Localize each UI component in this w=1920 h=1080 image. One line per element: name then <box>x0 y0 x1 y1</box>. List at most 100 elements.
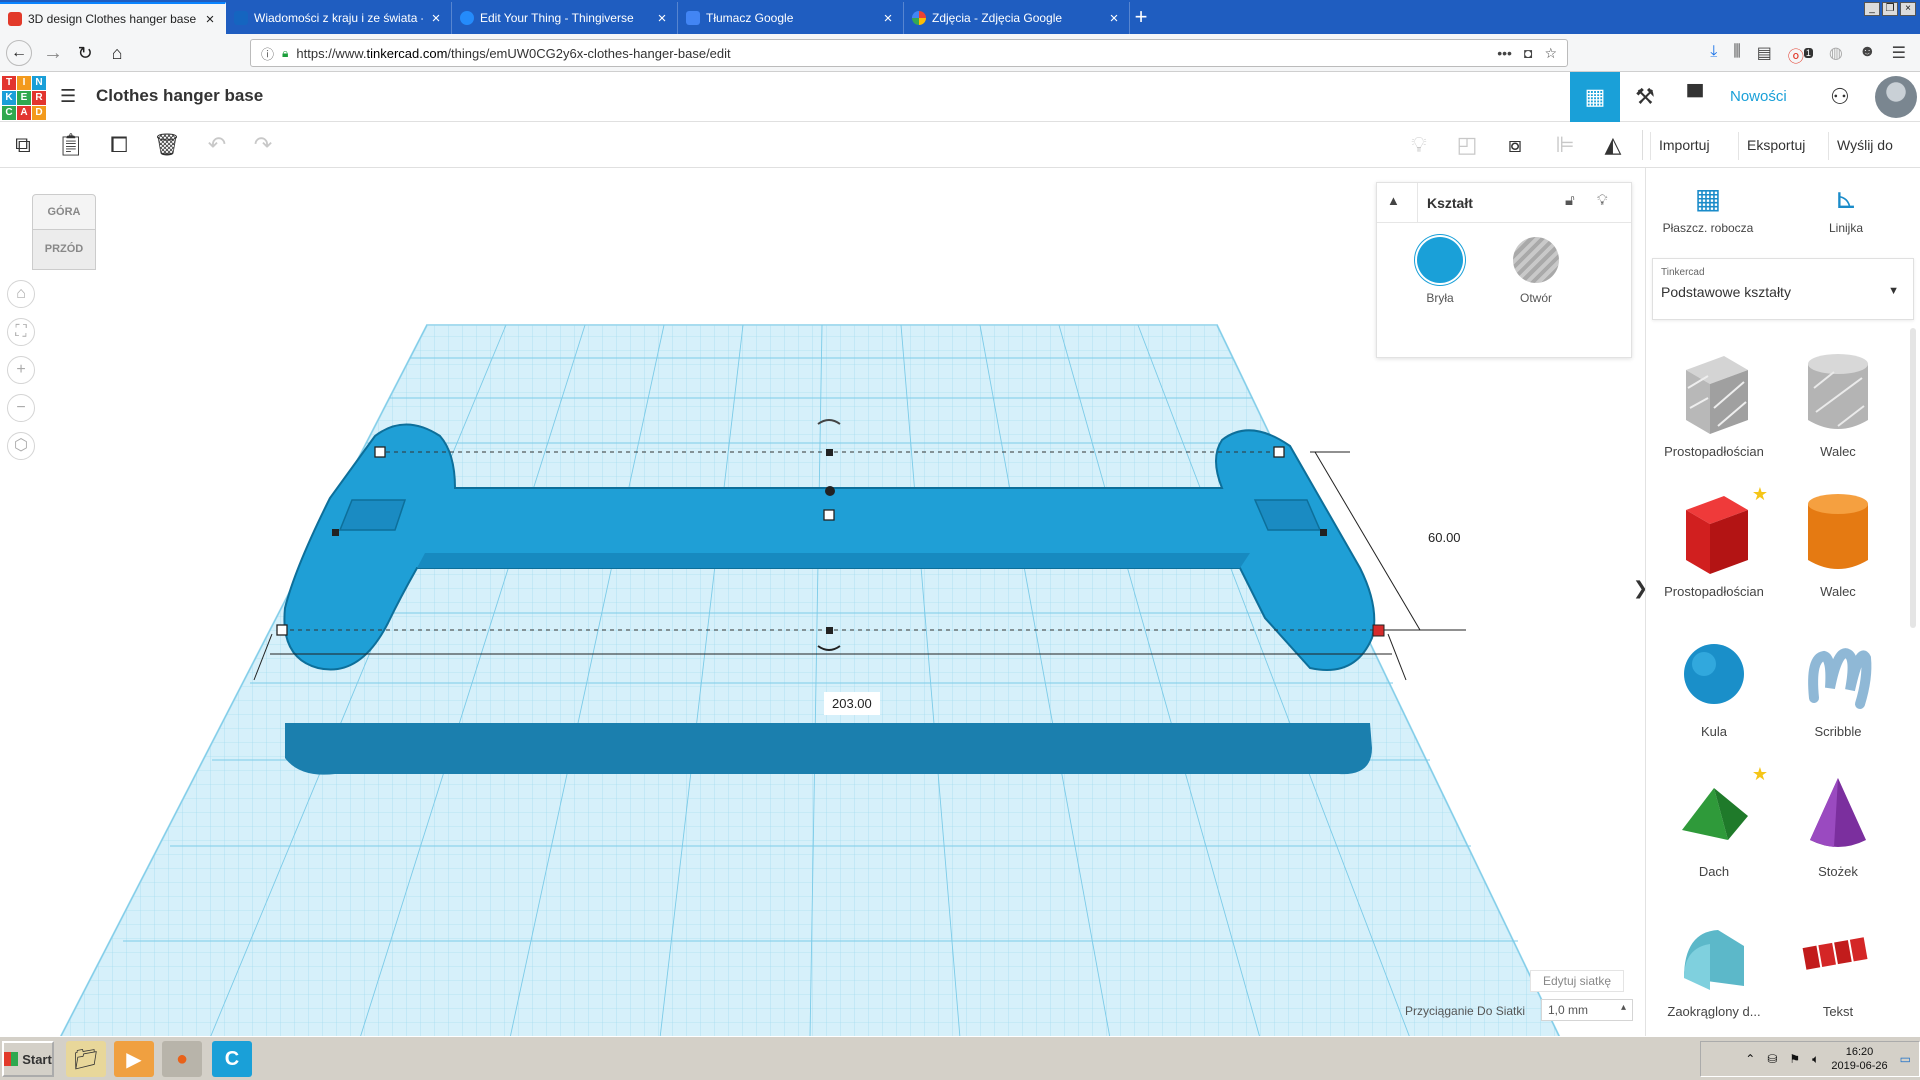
file-explorer-icon[interactable]: 📁︎ <box>66 1041 106 1077</box>
visibility-bulb-icon[interactable]: 💡︎ <box>1597 192 1608 209</box>
fit-view-icon[interactable]: ⛶ <box>7 318 35 346</box>
close-tab-icon[interactable]: × <box>1107 10 1121 27</box>
ruler-tool[interactable]: ⊾ Linijka <box>1786 182 1906 235</box>
addon-icon[interactable]: ⓞ 1 <box>1788 43 1813 67</box>
hole-swatch-icon[interactable] <box>1513 237 1559 283</box>
avatar[interactable] <box>1875 76 1917 118</box>
add-user-icon[interactable]: ⚇ <box>1830 84 1850 110</box>
notification-icon[interactable]: ▭ <box>1900 1052 1911 1066</box>
page-actions-icon[interactable]: ••• <box>1497 45 1512 62</box>
lock-shape-icon[interactable]: 🔓︎ <box>1565 192 1575 209</box>
left-recess-hole[interactable] <box>338 499 407 531</box>
close-tab-icon[interactable]: × <box>203 11 217 28</box>
shape-roof[interactable]: ★ Dach <box>1654 764 1774 908</box>
start-button[interactable]: Start <box>2 1041 54 1077</box>
shape-cylinder-hole[interactable]: Walec <box>1778 348 1898 488</box>
pocket-icon[interactable]: ◘ <box>1524 45 1532 62</box>
bricks-icon[interactable]: ▀ <box>1670 72 1720 122</box>
network-icon[interactable]: ⛁ <box>1767 1052 1777 1066</box>
depth-dimension-label[interactable]: 60.00 <box>1420 526 1469 549</box>
new-tab-icon[interactable]: + <box>1126 4 1156 32</box>
tray-expand-icon[interactable]: ⌃ <box>1745 1052 1755 1066</box>
zoom-out-icon[interactable]: − <box>7 394 35 422</box>
close-window-icon[interactable]: × <box>1900 2 1916 16</box>
show-hidden-bulb-icon[interactable]: 💡︎ <box>1404 130 1434 160</box>
hole-option[interactable]: Otwór <box>1501 237 1571 305</box>
library-icon[interactable]: ⫼ <box>1733 43 1740 67</box>
firefox-icon[interactable]: ● <box>162 1041 202 1077</box>
shape-box[interactable]: ★ Prostopadłościan <box>1654 484 1774 628</box>
perspective-toggle-icon[interactable]: ⬡ <box>7 432 35 460</box>
design-list-icon[interactable]: ☰ <box>60 86 76 107</box>
viewcube-front-face[interactable]: PRZÓD <box>32 230 96 270</box>
delete-icon[interactable]: 🗑︎ <box>152 130 182 160</box>
group-icon[interactable]: ◰ <box>1452 130 1482 160</box>
ccleaner-icon[interactable]: C <box>212 1041 252 1077</box>
snap-grid-select[interactable]: 1,0 mm ▴ <box>1541 999 1633 1021</box>
download-icon[interactable]: ⤓ <box>1710 43 1717 67</box>
ungroup-icon[interactable]: ⧇ <box>1500 130 1530 160</box>
shape-cylinder[interactable]: Walec <box>1778 488 1898 628</box>
bookmark-star-icon[interactable]: ☆ <box>1544 45 1557 62</box>
url-text[interactable]: https://www.tinkercad.com/things/emUW0CG… <box>296 46 1489 61</box>
shape-text[interactable]: Tekst <box>1778 908 1898 1036</box>
workplane-viewport[interactable]: GÓRA PRZÓD ⌂ ⛶ + − ⬡ ▲ Kształt 🔓︎ 💡︎ Bry… <box>0 168 1645 1036</box>
align-icon[interactable]: ⊫ <box>1550 130 1580 160</box>
codeblocks-pickaxe-icon[interactable]: ⚒ <box>1620 72 1670 122</box>
news-link[interactable]: Nowości <box>1730 88 1787 105</box>
copy-icon[interactable]: ⧉ <box>8 130 38 160</box>
shape-round-roof[interactable]: Zaokrąglony d... <box>1654 908 1774 1036</box>
shape-library-select[interactable]: Tinkercad Podstawowe kształty ▼ <box>1652 258 1914 320</box>
3d-view-grid-icon[interactable]: ▦ <box>1570 72 1620 122</box>
reload-icon[interactable]: ↻ <box>72 40 98 66</box>
forward-icon[interactable]: → <box>40 40 66 66</box>
redo-icon[interactable]: ↷ <box>248 130 278 160</box>
clock[interactable]: 16:20 2019-06-26 <box>1831 1045 1887 1073</box>
account-icon[interactable]: ☻ <box>1859 43 1876 67</box>
width-dimension-label[interactable]: 203.00 <box>824 692 880 715</box>
shape-box-hole[interactable]: Prostopadłościan <box>1654 348 1774 488</box>
close-tab-icon[interactable]: × <box>881 10 895 27</box>
tinkercad-logo[interactable]: T I N K E R C A D <box>2 76 46 120</box>
browser-tab-news[interactable]: Wiadomości z kraju i ze świata - ra × <box>226 2 452 34</box>
duplicate-icon[interactable]: ⧠ <box>104 130 134 160</box>
solid-option[interactable]: Bryła <box>1405 237 1475 305</box>
edit-grid-button[interactable]: Edytuj siatkę <box>1530 970 1625 992</box>
undo-icon[interactable]: ↶ <box>202 130 232 160</box>
zoom-in-icon[interactable]: + <box>7 356 35 384</box>
export-button[interactable]: Eksportuj <box>1738 132 1813 160</box>
mirror-icon[interactable]: ◭ <box>1598 130 1628 160</box>
media-player-icon[interactable]: ▶ <box>114 1041 154 1077</box>
browser-tab-translate[interactable]: Tłumacz Google × <box>678 2 904 34</box>
design-title[interactable]: Clothes hanger base <box>96 86 263 106</box>
back-icon[interactable]: ← <box>6 40 32 66</box>
hanger-base-side-face[interactable] <box>285 723 1372 775</box>
chevron-right-icon[interactable]: ❯ <box>1633 568 1645 608</box>
shape-scribble[interactable]: Scribble <box>1778 628 1898 768</box>
workplane-tool[interactable]: ▦ Płaszcz. robocza <box>1648 182 1768 235</box>
close-tab-icon[interactable]: × <box>655 10 669 27</box>
browser-tab-tinkercad[interactable]: 3D design Clothes hanger base | T × <box>0 2 226 34</box>
menu-icon[interactable]: ☰ <box>1892 43 1906 67</box>
url-bar[interactable]: ⓘ 🔒︎ https://www.tinkercad.com/things/em… <box>250 39 1568 67</box>
import-button[interactable]: Importuj <box>1650 132 1718 160</box>
send-to-button[interactable]: Wyślij do <box>1828 132 1901 160</box>
home-icon[interactable]: ⌂ <box>104 40 130 66</box>
browser-tab-thingiverse[interactable]: Edit Your Thing - Thingiverse × <box>452 2 678 34</box>
panel-scrollbar[interactable] <box>1910 328 1916 628</box>
minimize-icon[interactable]: _ <box>1864 2 1880 16</box>
collapse-inspector-icon[interactable]: ▲ <box>1387 193 1400 208</box>
close-tab-icon[interactable]: × <box>429 10 443 27</box>
security-icon[interactable]: ⚑ <box>1789 1052 1800 1066</box>
extension-icon[interactable]: ◍ <box>1829 43 1843 67</box>
info-icon[interactable]: ⓘ <box>261 44 274 63</box>
viewcube-top-face[interactable]: GÓRA <box>32 194 96 230</box>
paste-icon[interactable]: 📋︎ <box>56 130 86 160</box>
home-view-icon[interactable]: ⌂ <box>7 280 35 308</box>
view-cube[interactable]: GÓRA PRZÓD <box>32 194 96 272</box>
browser-tab-photos[interactable]: Zdjęcia - Zdjęcia Google × <box>904 2 1130 34</box>
solid-swatch-icon[interactable] <box>1417 237 1463 283</box>
restore-icon[interactable]: ❐ <box>1882 2 1898 16</box>
shape-sphere[interactable]: Kula <box>1654 628 1774 768</box>
volume-icon[interactable]: 🔈︎ <box>1812 1052 1819 1067</box>
